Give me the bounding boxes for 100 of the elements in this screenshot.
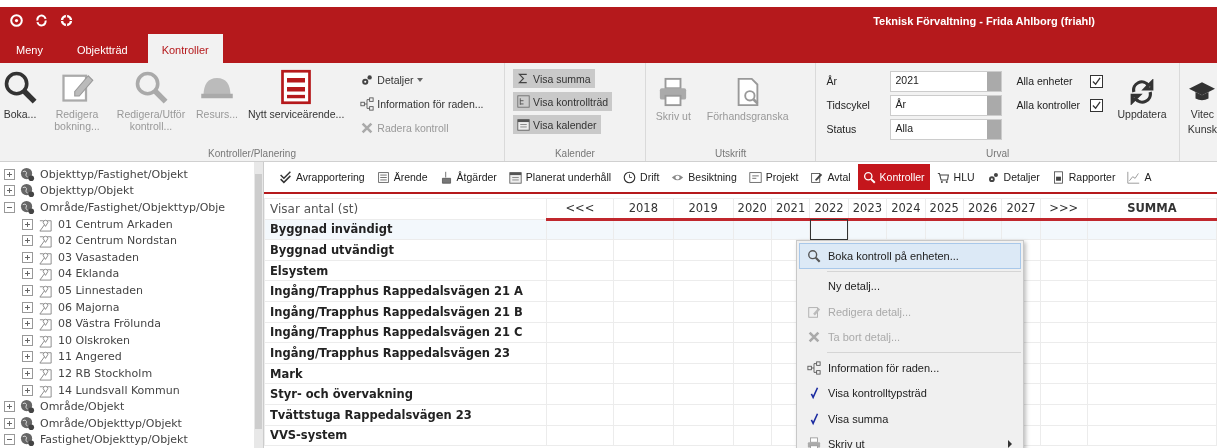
row-label: Tvättstuga Rappedalsvägen 23	[264, 404, 547, 426]
module-tab[interactable]: HLU	[931, 164, 980, 190]
dropdown-field[interactable]: Alla	[890, 118, 1003, 140]
expand-icon[interactable]	[22, 318, 33, 330]
field-label: År	[826, 75, 838, 87]
map-pin-icon	[38, 316, 53, 332]
ribbon-tab[interactable]: Kontroller	[147, 34, 223, 63]
clock-icon	[623, 170, 637, 184]
tree-item[interactable]: 04 Eklanda	[58, 267, 120, 281]
tree-item[interactable]: 02 Centrum Nordstan	[58, 234, 177, 248]
list-icon	[376, 170, 390, 184]
tree-item[interactable]: 08 Västra Frölunda	[58, 317, 161, 331]
module-tab[interactable]: Ärende	[371, 164, 433, 190]
expand-icon[interactable]	[4, 417, 15, 429]
menu-item[interactable]: Visa summa	[799, 406, 1021, 432]
module-tab[interactable]: A	[1122, 164, 1157, 190]
ribbon-button[interactable]: Nytt serviceärende...	[248, 69, 345, 121]
cart-icon	[936, 170, 950, 184]
module-tab[interactable]: Åtgärder	[434, 164, 502, 190]
globe-icon	[20, 200, 35, 215]
module-tab[interactable]: Drift	[618, 164, 665, 190]
toggle-button[interactable]: Visa kalender	[513, 115, 601, 134]
dropdown-field[interactable]: År	[890, 94, 1003, 116]
expand-icon[interactable]	[22, 268, 33, 280]
toggle-button[interactable]: Visa kontrollträd	[513, 92, 613, 111]
ribbon-button[interactable]: Vitec Kunsk	[1187, 79, 1217, 136]
module-tab[interactable]: Projekt	[743, 164, 804, 190]
expand-icon[interactable]	[22, 301, 33, 313]
ribbon-button[interactable]: Detaljer	[360, 69, 484, 90]
module-tab[interactable]: Rapporter	[1046, 164, 1121, 190]
checkbox-label: Alla kontroller	[1016, 99, 1082, 111]
expand-icon[interactable]	[22, 367, 33, 379]
ribbon-tab[interactable]: Objektträd	[62, 37, 142, 63]
calendar-icon	[508, 170, 522, 184]
row-label: Mark	[264, 363, 547, 384]
menu-item[interactable]: Skriv ut	[799, 431, 1021, 448]
ribbon-tab[interactable]: Meny	[2, 37, 57, 63]
module-tab[interactable]: Besiktning	[666, 164, 742, 190]
module-tab[interactable]: Avtal	[805, 164, 856, 190]
tree-item[interactable]: 12 RB Stockholm	[58, 366, 153, 380]
tree-item[interactable]: Objekttyp/Fastighet/Objekt	[40, 167, 188, 181]
scrollbar[interactable]	[254, 162, 263, 448]
toggle-button[interactable]: Visa summa	[513, 69, 595, 88]
gears-icon	[986, 170, 1000, 184]
gears-icon	[360, 72, 375, 87]
tree-item[interactable]: Område/Objekttyp/Objekt	[40, 416, 182, 430]
ribbon-button[interactable]: Information för raden...	[360, 93, 484, 114]
collapse-icon[interactable]	[4, 202, 15, 213]
module-tab[interactable]: Avrapportering	[274, 164, 370, 190]
tree-item[interactable]: 06 Majorna	[58, 300, 120, 314]
printer-icon	[807, 437, 821, 448]
tree-item[interactable]: Område/Fastighet/Objekttyp/Obje	[40, 201, 226, 214]
search-icon	[133, 69, 169, 105]
expand-icon[interactable]	[22, 251, 33, 263]
menu-item[interactable]: Visa kontrolltypsträd	[799, 380, 1021, 406]
collapse-icon[interactable]	[4, 434, 15, 446]
tree-item[interactable]: 14 Lundsvall Kommun	[58, 383, 180, 397]
tool-icon	[439, 170, 453, 184]
menu-item[interactable]: Information för raden...	[799, 355, 1021, 381]
expand-icon[interactable]	[4, 401, 15, 413]
share-nodes-icon	[360, 96, 375, 111]
tree-item[interactable]: 11 Angered	[58, 350, 122, 364]
field-label: Status	[826, 123, 858, 135]
row-label: Ingång/Trapphus Rappedalsvägen 21 C	[264, 322, 547, 343]
map-pin-icon	[38, 349, 53, 365]
group-label: Urval	[984, 148, 1011, 161]
search-icon	[862, 170, 876, 184]
refresh-button[interactable]: Uppdatera	[1117, 69, 1167, 121]
expand-icon[interactable]	[22, 235, 33, 247]
printer-icon	[658, 77, 689, 107]
expand-icon[interactable]	[22, 218, 33, 230]
tree-item[interactable]: 10 Olskroken	[58, 333, 131, 347]
module-tab[interactable]: Kontroller	[857, 164, 930, 190]
menu-item[interactable]: Boka kontroll på enheten...	[799, 243, 1021, 269]
expand-icon[interactable]	[22, 284, 33, 296]
lifebuoy-icon	[60, 14, 73, 27]
ribbon-button[interactable]: Boka...	[2, 69, 38, 121]
tree-item[interactable]: 01 Centrum Arkaden	[58, 217, 173, 231]
expand-icon[interactable]	[4, 168, 15, 180]
menu-item[interactable]: Ny detalj...	[799, 273, 1021, 299]
tree-item[interactable]: 03 Vasastaden	[58, 250, 139, 264]
expand-icon[interactable]	[4, 185, 15, 197]
expand-icon[interactable]	[22, 334, 33, 346]
x-icon	[807, 330, 821, 345]
tree-item[interactable]: Objekttyp/Objekt	[40, 184, 134, 198]
row-label: Ingång/Trapphus Rappedalsvägen 23	[264, 342, 547, 364]
expand-icon[interactable]	[22, 384, 33, 396]
dropdown-field[interactable]: 2021	[890, 70, 1003, 92]
tree-item[interactable]: 05 Linnestaden	[58, 283, 143, 297]
checkbox[interactable]	[1090, 98, 1104, 112]
module-tab[interactable]: Detaljer	[981, 164, 1045, 190]
expand-icon[interactable]	[22, 351, 33, 363]
row-label: Byggnad invändigt	[264, 219, 547, 240]
checkbox[interactable]	[1090, 74, 1104, 88]
tree-item[interactable]: Fastighet/Objekttyp/Objekt	[40, 433, 188, 447]
report-icon	[1051, 170, 1065, 184]
tree-item[interactable]: Område/Objekt	[40, 400, 125, 414]
module-tab[interactable]: Planerat underhåll	[503, 164, 617, 190]
row-label: Elsystem	[264, 260, 547, 281]
column-header: Visar antal (st)	[264, 198, 547, 220]
